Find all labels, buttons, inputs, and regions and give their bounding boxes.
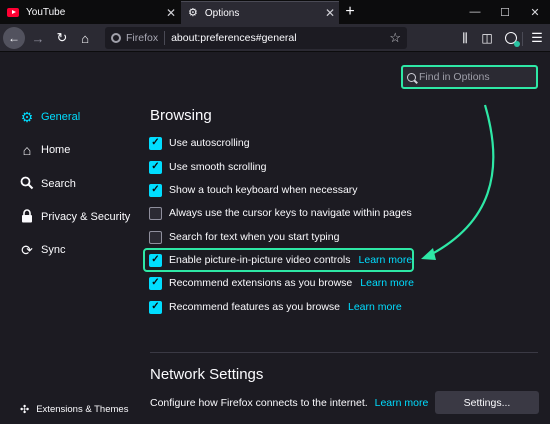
checkbox-unchecked[interactable] bbox=[149, 206, 162, 220]
checkbox-unchecked[interactable] bbox=[149, 230, 162, 244]
find-in-options-search[interactable] bbox=[401, 65, 538, 89]
account-button[interactable] bbox=[500, 27, 522, 49]
option-cursor-keys[interactable]: Always use the cursor keys to navigate w… bbox=[149, 205, 412, 221]
account-icon bbox=[505, 32, 520, 47]
network-settings-button[interactable]: Settings... bbox=[435, 391, 539, 414]
option-label: Always use the cursor keys to navigate w… bbox=[169, 207, 412, 219]
reload-button[interactable]: ↻ bbox=[51, 27, 73, 49]
gear-icon: ⚙ bbox=[20, 109, 34, 125]
category-home[interactable]: ⌂ Home bbox=[18, 140, 71, 160]
option-label: Use smooth scrolling bbox=[169, 161, 267, 173]
back-button[interactable]: ← bbox=[3, 27, 25, 49]
browsing-heading: Browsing bbox=[150, 107, 212, 124]
url-separator bbox=[164, 31, 166, 45]
library-icon[interactable]: ⫼ bbox=[454, 27, 476, 49]
home-icon: ⌂ bbox=[22, 142, 32, 158]
option-label: Search for text when you start typing bbox=[169, 231, 340, 243]
close-icon[interactable]: ✕ bbox=[321, 6, 339, 20]
url-bar[interactable]: Firefox about:preferences#general ☆ bbox=[105, 27, 407, 49]
sidebar-icon[interactable]: ◫ bbox=[476, 27, 498, 49]
lock-icon bbox=[18, 209, 36, 225]
category-label: Search bbox=[41, 178, 76, 190]
option-recommend-extensions[interactable]: ✓ Recommend extensions as you browse Lea… bbox=[149, 275, 414, 291]
minimize-icon[interactable]: — bbox=[460, 6, 490, 18]
tab-title: YouTube bbox=[26, 7, 66, 18]
gear-icon: ⚙ bbox=[188, 6, 198, 19]
option-recommend-features[interactable]: ✓ Recommend features as you browse Learn… bbox=[149, 299, 402, 315]
youtube-icon bbox=[7, 8, 19, 17]
checkbox-checked[interactable]: ✓ bbox=[149, 183, 162, 197]
hamburger-menu-icon[interactable]: ☰ bbox=[526, 27, 548, 49]
category-general[interactable]: ⚙ General bbox=[18, 107, 80, 127]
maximize-icon[interactable]: ☐ bbox=[490, 6, 520, 19]
search-input[interactable] bbox=[419, 71, 529, 83]
learn-more-link[interactable]: Learn more bbox=[348, 301, 402, 313]
url-text[interactable]: about:preferences#general bbox=[171, 32, 389, 44]
category-search[interactable]: Search bbox=[18, 174, 76, 194]
option-label: Recommend features as you browse bbox=[169, 301, 340, 313]
checkbox-checked[interactable]: ✓ bbox=[149, 300, 162, 314]
learn-more-link[interactable]: Learn more bbox=[375, 397, 429, 409]
tab-title: Options bbox=[204, 7, 240, 19]
option-label: Use autoscrolling bbox=[169, 137, 250, 149]
network-settings-heading: Network Settings bbox=[150, 366, 264, 383]
tab-options[interactable]: ⚙ Options ✕ bbox=[181, 1, 339, 24]
option-autoscrolling[interactable]: ✓ Use autoscrolling bbox=[149, 135, 250, 151]
extensions-label: Extensions & Themes bbox=[36, 404, 129, 415]
identity-label: Firefox bbox=[126, 32, 159, 44]
category-privacy-security[interactable]: Privacy & Security bbox=[18, 207, 130, 227]
tab-youtube[interactable]: YouTube ✕ bbox=[0, 1, 180, 24]
section-divider bbox=[150, 352, 538, 353]
preferences-page: ⚙ General ⌂ Home Search Privacy & Securi… bbox=[0, 53, 550, 424]
search-icon bbox=[407, 72, 416, 82]
category-sync[interactable]: ⟳ Sync bbox=[18, 240, 65, 260]
checkbox-checked[interactable]: ✓ bbox=[149, 136, 162, 150]
network-description: Configure how Firefox connects to the in… bbox=[150, 397, 428, 409]
option-smooth-scrolling[interactable]: ✓ Use smooth scrolling bbox=[149, 159, 266, 175]
extensions-themes-link[interactable]: ✣ Extensions & Themes bbox=[20, 403, 128, 416]
network-description-text: Configure how Firefox connects to the in… bbox=[150, 397, 368, 409]
highlight-box bbox=[143, 248, 414, 272]
category-label: General bbox=[41, 111, 81, 123]
puzzle-icon: ✣ bbox=[20, 404, 30, 416]
bookmark-star-icon[interactable]: ☆ bbox=[389, 30, 401, 46]
close-icon[interactable]: ✕ bbox=[162, 6, 180, 20]
category-label: Privacy & Security bbox=[41, 211, 131, 223]
firefox-icon bbox=[111, 33, 121, 43]
checkbox-checked[interactable]: ✓ bbox=[149, 160, 162, 174]
category-label: Sync bbox=[41, 244, 66, 256]
home-button[interactable]: ⌂ bbox=[74, 27, 96, 49]
new-tab-button[interactable]: + bbox=[341, 1, 359, 23]
checkbox-checked[interactable]: ✓ bbox=[149, 276, 162, 290]
close-window-icon[interactable]: ✕ bbox=[520, 6, 550, 19]
sync-icon: ⟳ bbox=[21, 242, 33, 258]
window-controls: — ☐ ✕ bbox=[460, 1, 550, 23]
toolbar-separator bbox=[522, 32, 523, 46]
option-label: Recommend extensions as you browse bbox=[169, 277, 353, 289]
learn-more-link[interactable]: Learn more bbox=[360, 277, 414, 289]
option-touch-keyboard[interactable]: ✓ Show a touch keyboard when necessary bbox=[149, 182, 358, 198]
search-icon bbox=[18, 176, 36, 192]
forward-button[interactable]: → bbox=[27, 27, 49, 49]
tab-strip: YouTube ✕ ⚙ Options ✕ + — ☐ ✕ bbox=[0, 0, 550, 24]
category-label: Home bbox=[41, 144, 71, 156]
navigation-toolbar: ← → ↻ ⌂ Firefox about:preferences#genera… bbox=[0, 24, 550, 52]
option-label: Show a touch keyboard when necessary bbox=[169, 184, 358, 196]
option-search-typing[interactable]: Search for text when you start typing bbox=[149, 229, 339, 245]
